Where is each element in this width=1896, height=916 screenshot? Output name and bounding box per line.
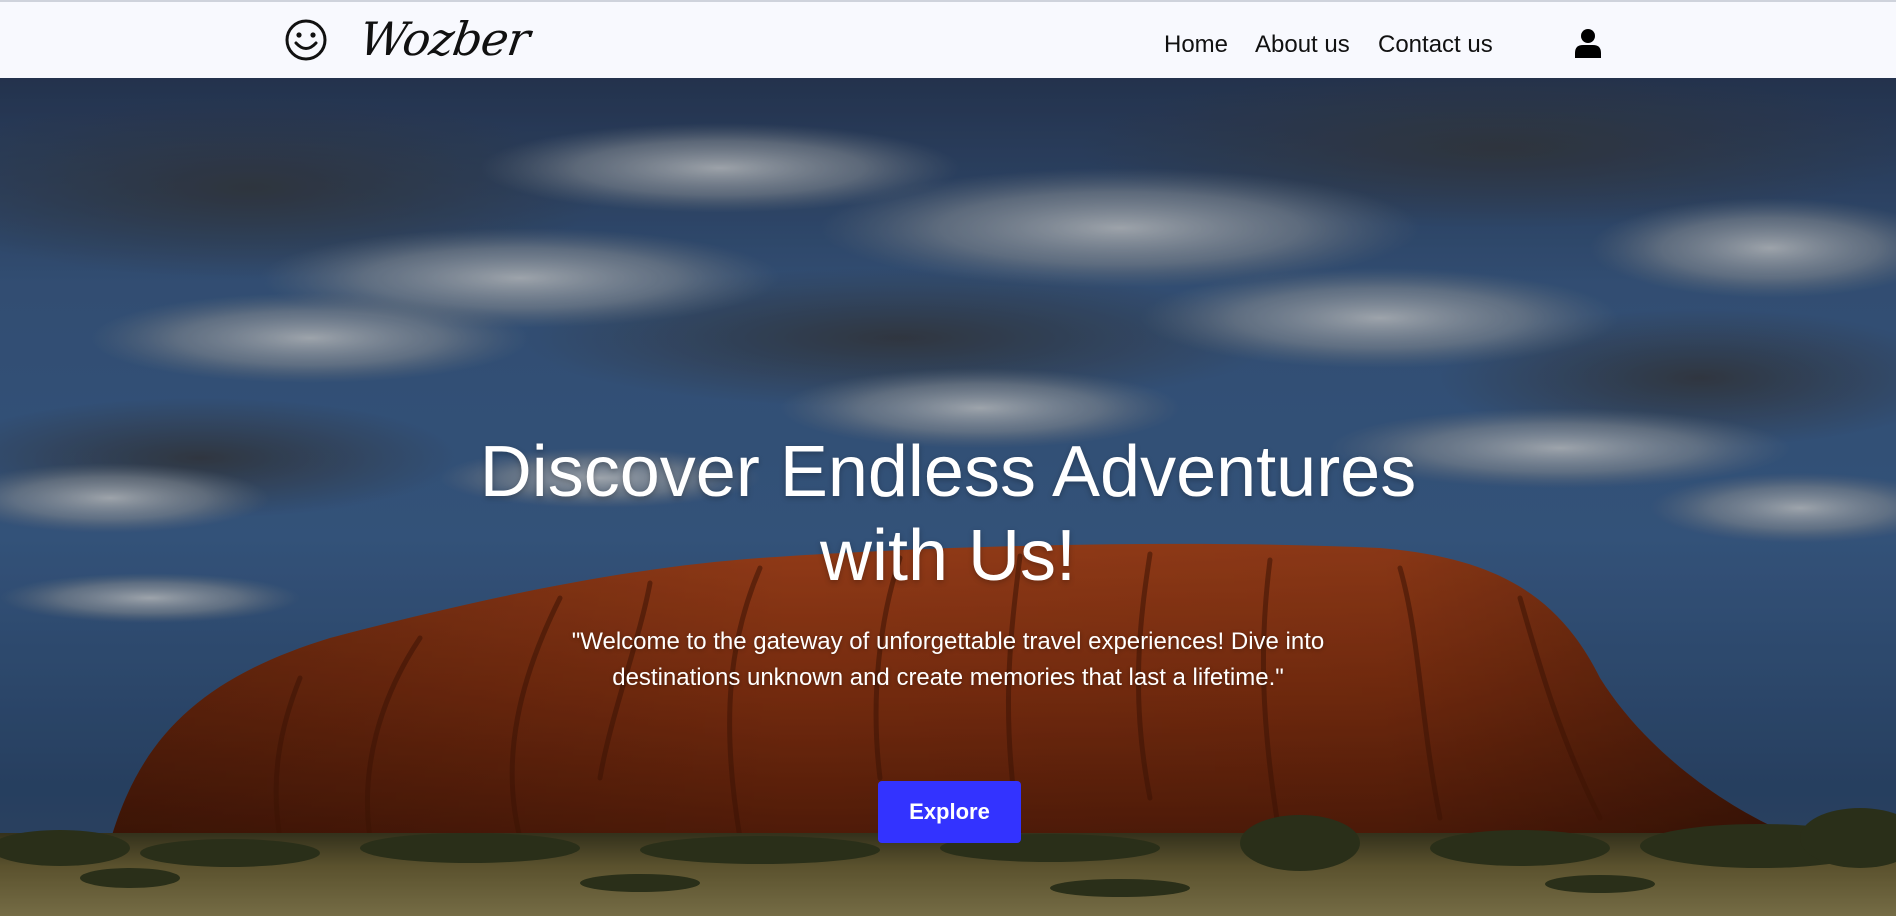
- hero-section: Discover Endless Adventures with Us! "We…: [0, 78, 1896, 916]
- page: Wozber Home About us Contact us Discover…: [0, 0, 1896, 916]
- hero-title-line-2: with Us!: [819, 516, 1077, 596]
- smiley-face-icon[interactable]: [284, 18, 328, 62]
- hero-title: Discover Endless Adventures with Us!: [0, 430, 1896, 598]
- hero-subtitle: "Welcome to the gateway of unforgettable…: [548, 624, 1348, 696]
- nav-link-contact-us[interactable]: Contact us: [1378, 2, 1493, 80]
- hero-title-line-1: Discover Endless Adventures: [479, 432, 1417, 512]
- site-header: Wozber Home About us Contact us: [0, 0, 1896, 78]
- brand-logo-text[interactable]: Wozber: [356, 9, 533, 69]
- hero-subtitle-line-2: destinations unknown and create memories…: [612, 664, 1284, 691]
- nav-link-home[interactable]: Home: [1164, 2, 1228, 80]
- hero-subtitle-line-1: "Welcome to the gateway of unforgettable…: [571, 628, 1325, 655]
- explore-button[interactable]: Explore: [878, 781, 1021, 843]
- nav-link-about-us[interactable]: About us: [1255, 2, 1350, 80]
- user-account-icon[interactable]: [1575, 28, 1601, 58]
